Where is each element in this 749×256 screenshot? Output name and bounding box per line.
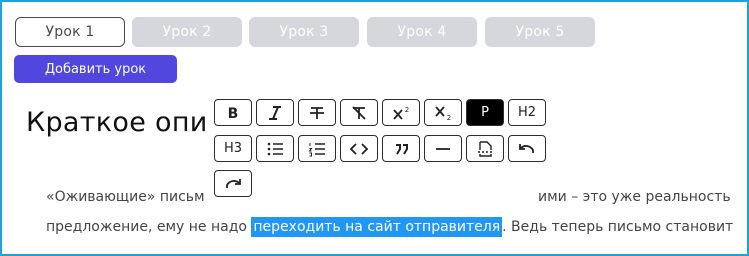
- svg-text:2: 2: [405, 106, 409, 114]
- undo-icon: [519, 143, 534, 153]
- bullet-list-icon: [267, 142, 283, 155]
- horizontal-rule-button[interactable]: [424, 135, 462, 162]
- heading-3-label: H3: [223, 141, 243, 156]
- code-icon: [349, 142, 369, 155]
- paragraph-text-after: . Ведь теперь письмо становит: [502, 219, 734, 235]
- page-break-button[interactable]: [466, 135, 504, 162]
- bold-icon: B: [228, 106, 239, 121]
- italic-icon: [269, 105, 281, 120]
- bold-button[interactable]: B: [214, 99, 252, 126]
- clear-format-button[interactable]: [340, 99, 378, 126]
- tab-lesson-4[interactable]: Урок 4: [367, 17, 477, 47]
- undo-button[interactable]: [508, 135, 546, 162]
- heading-3-button[interactable]: H3: [214, 135, 252, 162]
- paragraph-label: P: [481, 105, 489, 120]
- bullet-list-button[interactable]: [256, 135, 294, 162]
- blockquote-button[interactable]: [382, 135, 420, 162]
- clear-format-icon: [352, 105, 366, 120]
- add-lesson-button[interactable]: Добавить урок: [14, 55, 177, 83]
- strikethrough-button[interactable]: [298, 99, 336, 126]
- paragraph-button[interactable]: P: [466, 99, 504, 126]
- editor-frame: Урок 1 Урок 2 Урок 3 Урок 4 Урок 5 Добав…: [0, 0, 749, 256]
- superscript-icon: 2: [393, 106, 409, 120]
- tab-lesson-2[interactable]: Урок 2: [132, 17, 242, 47]
- tab-lesson-3[interactable]: Урок 3: [249, 17, 359, 47]
- paragraph-line-1-start[interactable]: «Оживающие» письм: [46, 189, 212, 205]
- selected-text[interactable]: переходить на сайт отправителя: [251, 217, 503, 237]
- heading-2-label: H2: [517, 105, 537, 120]
- ordered-list-icon: [308, 142, 325, 156]
- ordered-list-button[interactable]: [298, 135, 336, 162]
- svg-text:B: B: [228, 106, 239, 121]
- paragraph-text: предложение, ему не надо: [46, 219, 252, 235]
- italic-button[interactable]: [256, 99, 294, 126]
- code-button[interactable]: [340, 135, 378, 162]
- tab-lesson-1[interactable]: Урок 1: [15, 17, 125, 47]
- paragraph-line-2[interactable]: предложение, ему не надо переходить на с…: [46, 217, 734, 237]
- paragraph-line-1-end[interactable]: ими – это уже реальность: [538, 189, 731, 205]
- redo-icon: [226, 178, 241, 188]
- horizontal-rule-icon: [436, 147, 450, 150]
- superscript-button[interactable]: 2: [382, 99, 420, 126]
- tab-lesson-5[interactable]: Урок 5: [485, 17, 595, 47]
- page-heading[interactable]: Краткое опис: [26, 107, 208, 147]
- heading-2-button[interactable]: H2: [508, 99, 546, 126]
- quote-icon: [396, 143, 408, 155]
- subscript-icon: 2: [435, 105, 451, 121]
- strikethrough-icon: [310, 106, 324, 119]
- page-break-icon: [478, 140, 492, 157]
- subscript-button[interactable]: 2: [424, 99, 462, 126]
- redo-button[interactable]: [214, 170, 252, 197]
- svg-text:2: 2: [447, 114, 451, 121]
